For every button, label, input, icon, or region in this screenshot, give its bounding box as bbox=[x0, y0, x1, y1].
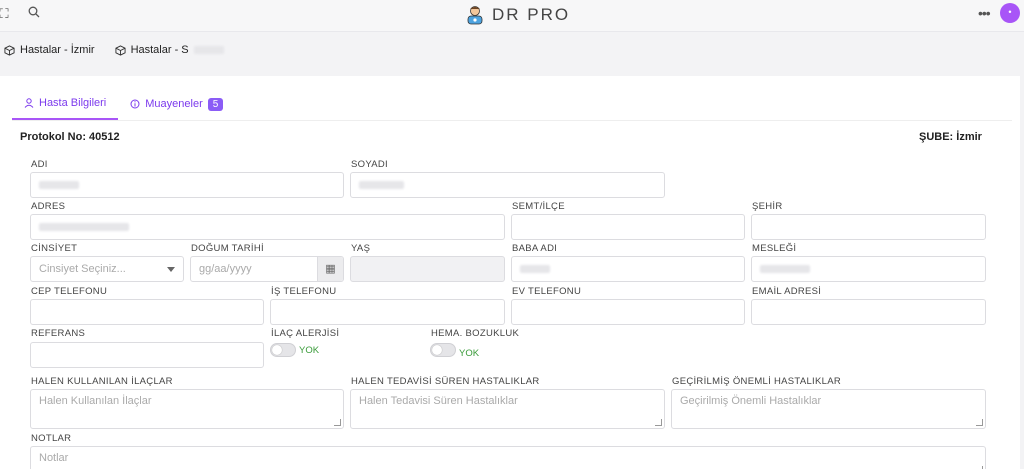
protokol-no: Protokol No: 40512 bbox=[20, 131, 120, 143]
yas-label: YAŞ bbox=[351, 243, 371, 254]
brand[interactable]: DR PRO bbox=[466, 4, 570, 26]
dogum-placeholder: gg/aa/yyyy bbox=[199, 263, 252, 275]
soyadi-input[interactable] bbox=[350, 172, 665, 198]
meslek-label: MESLEĞİ bbox=[752, 243, 797, 254]
app-title: DR PRO bbox=[492, 5, 571, 24]
tab-hastalar-s[interactable]: Hastalar - S bbox=[115, 44, 224, 56]
more-options-icon[interactable]: ••• bbox=[978, 5, 991, 21]
is-tel-label: İŞ TELEFONU bbox=[271, 286, 337, 297]
notlar-label: NOTLAR bbox=[31, 433, 72, 444]
hema-label: HEMA. BOZUKLUK bbox=[431, 328, 520, 339]
adres-label: ADRES bbox=[31, 201, 66, 212]
patient-card: Hasta Bilgileri Muayeneler 5 Protokol No… bbox=[0, 76, 1020, 469]
hema-toggle[interactable] bbox=[430, 343, 456, 357]
cube-icon bbox=[4, 44, 15, 56]
tab-hasta-bilgileri[interactable]: Hasta Bilgileri bbox=[12, 94, 119, 120]
chevron-down-icon bbox=[167, 267, 175, 272]
is-tel-input[interactable] bbox=[270, 299, 505, 325]
gecmis-textarea[interactable]: Geçirilmiş Önemli Hastalıklar bbox=[671, 389, 986, 429]
fullscreen-icon[interactable]: ⛶ bbox=[0, 6, 12, 22]
adi-label: ADI bbox=[31, 159, 48, 170]
yas-input bbox=[350, 256, 505, 282]
tab-label: Hastalar - S bbox=[130, 44, 189, 56]
detail-tabs: Hasta Bilgileri Muayeneler 5 bbox=[12, 94, 235, 120]
ilac-alerji-toggle[interactable] bbox=[270, 343, 296, 357]
gecmis-label: GEÇİRİLMİŞ ÖNEMLİ HASTALIKLAR bbox=[672, 376, 842, 387]
ev-tel-input[interactable] bbox=[511, 299, 745, 325]
dogum-input[interactable]: gg/aa/yyyy ▦ bbox=[190, 256, 344, 282]
adres-input[interactable] bbox=[30, 214, 505, 240]
cinsiyet-select[interactable]: Cinsiyet Seçiniz... bbox=[30, 256, 184, 282]
info-icon bbox=[130, 99, 140, 109]
search-icon[interactable] bbox=[26, 6, 42, 22]
tab-label: Hastalar - İzmir bbox=[20, 44, 95, 56]
ilac-alerji-state: YOK bbox=[299, 345, 320, 356]
soyadi-label: SOYADI bbox=[351, 159, 388, 170]
user-icon bbox=[24, 98, 34, 108]
referans-label: REFERANS bbox=[31, 328, 86, 339]
adi-input[interactable] bbox=[30, 172, 344, 198]
redacted-text bbox=[39, 223, 129, 232]
cep-input[interactable] bbox=[30, 299, 264, 325]
top-bar: ⛶ DR PRO ••• • bbox=[0, 0, 1024, 32]
email-input[interactable] bbox=[751, 299, 986, 325]
user-avatar[interactable]: • bbox=[1000, 3, 1020, 23]
patient-tabs-bar: Hastalar - İzmir Hastalar - S bbox=[0, 36, 240, 64]
notlar-textarea[interactable]: Notlar bbox=[30, 446, 986, 469]
tedavi-textarea[interactable]: Halen Tedavisi Süren Hastalıklar bbox=[350, 389, 665, 429]
tab-muayeneler[interactable]: Muayeneler 5 bbox=[118, 94, 235, 120]
cube-icon bbox=[115, 44, 126, 56]
tab-hastalar-izmir[interactable]: Hastalar - İzmir bbox=[4, 44, 95, 56]
tedavi-label: HALEN TEDAVİSİ SÜREN HASTALIKLAR bbox=[351, 376, 540, 387]
ilac-alerji-label: İLAÇ ALERJİSİ bbox=[271, 328, 340, 339]
calendar-icon[interactable]: ▦ bbox=[317, 257, 343, 281]
tab-divider bbox=[12, 120, 1012, 121]
ev-tel-label: EV TELEFONU bbox=[512, 286, 582, 297]
doctor-logo-icon bbox=[467, 6, 483, 25]
baba-label: BABA ADI bbox=[512, 243, 558, 254]
count-badge: 5 bbox=[207, 97, 224, 111]
redacted-text bbox=[359, 181, 404, 190]
dogum-label: DOĞUM TARİHİ bbox=[191, 243, 264, 254]
hema-state: YOK bbox=[459, 348, 480, 359]
sehir-label: ŞEHİR bbox=[752, 201, 783, 212]
redacted-text bbox=[193, 46, 224, 54]
cep-label: CEP TELEFONU bbox=[31, 286, 108, 297]
referans-input[interactable] bbox=[30, 342, 264, 368]
email-label: EMAİL ADRESİ bbox=[752, 286, 822, 297]
baba-input[interactable] bbox=[511, 256, 745, 282]
cinsiyet-placeholder: Cinsiyet Seçiniz... bbox=[39, 263, 126, 275]
redacted-text bbox=[520, 265, 550, 274]
sube-label: ŞUBE: İzmir bbox=[919, 131, 982, 143]
semt-label: SEMT/İLÇE bbox=[512, 201, 565, 212]
cinsiyet-label: CİNSİYET bbox=[31, 243, 78, 254]
redacted-text bbox=[39, 181, 79, 190]
ilaclar-textarea[interactable]: Halen Kullanılan İlaçlar bbox=[30, 389, 344, 429]
redacted-text bbox=[760, 265, 810, 274]
tab-label: Muayeneler bbox=[145, 98, 203, 110]
ilaclar-label: HALEN KULLANILAN İLAÇLAR bbox=[31, 376, 173, 387]
semt-input[interactable] bbox=[511, 214, 745, 240]
meslek-input[interactable] bbox=[751, 256, 986, 282]
sehir-input[interactable] bbox=[751, 214, 986, 240]
tab-label: Hasta Bilgileri bbox=[39, 97, 107, 109]
